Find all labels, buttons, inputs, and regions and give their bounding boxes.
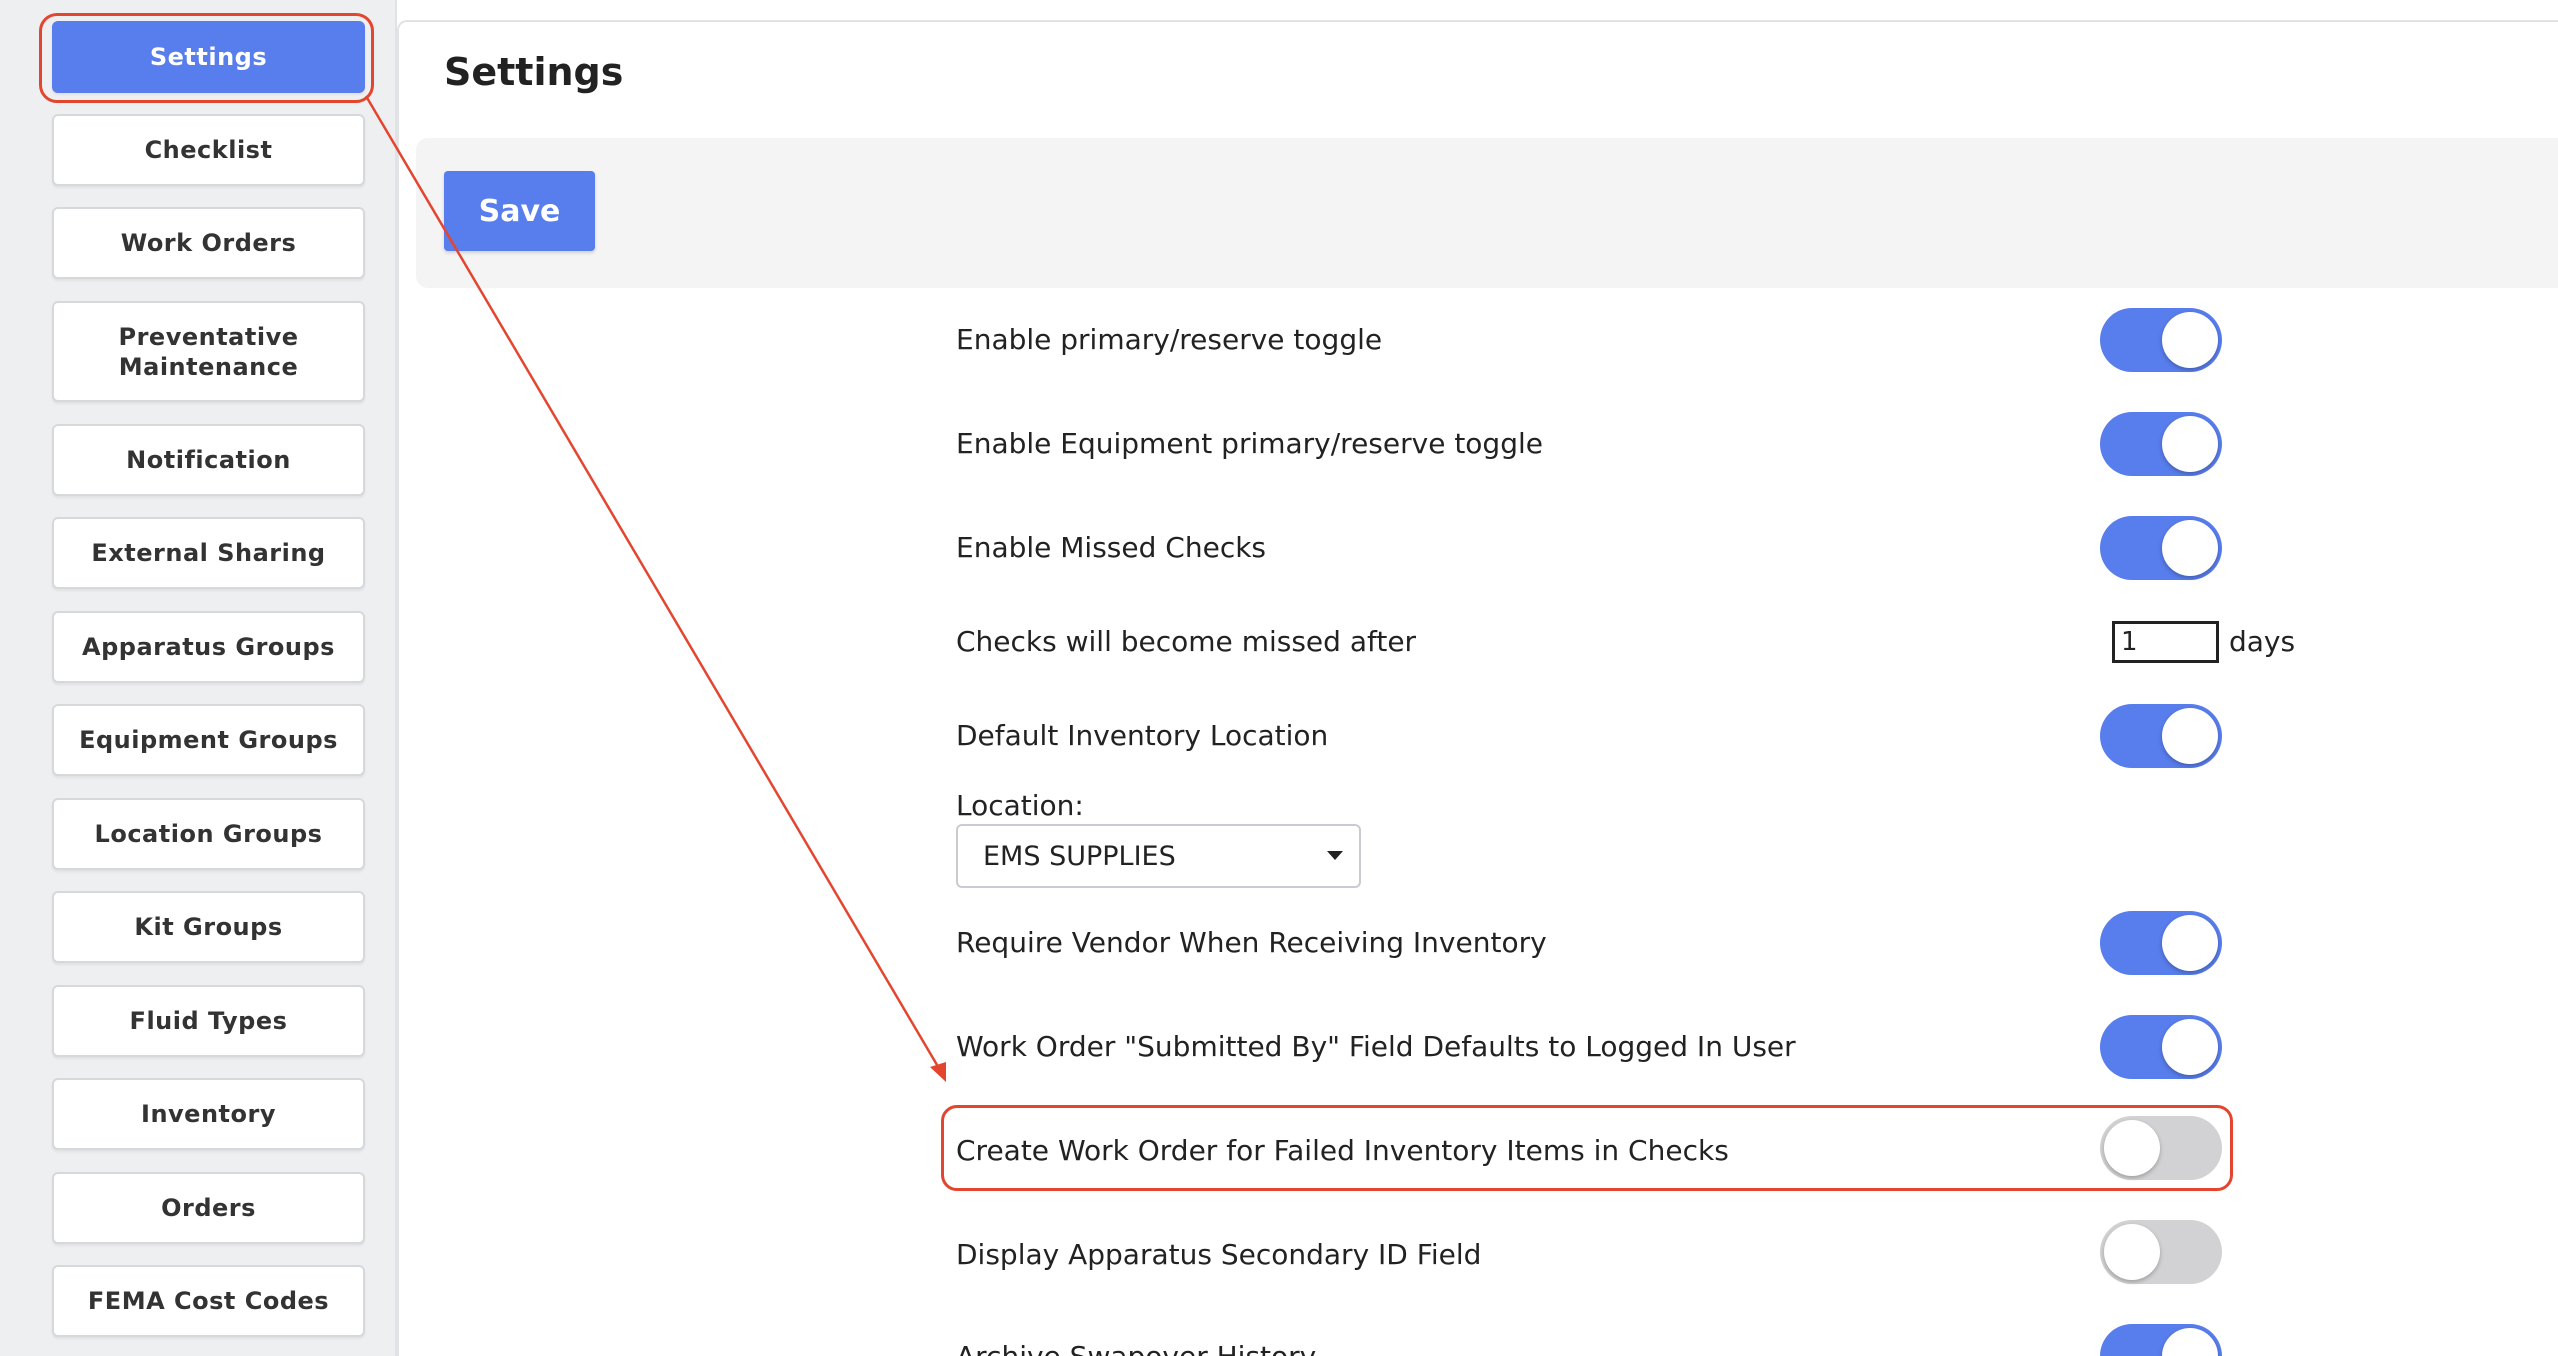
sidebar-item-checklist[interactable]: Checklist [52,114,365,186]
sidebar-item-equipment-groups[interactable]: Equipment Groups [52,704,365,776]
secondary-id-toggle[interactable] [2100,1220,2222,1284]
days-unit-label: days [2229,625,2296,658]
default-inventory-location-label: Default Inventory Location [956,719,1329,752]
submitted-by-default-label: Work Order "Submitted By" Field Defaults… [956,1030,1796,1063]
sidebar-item-external-sharing[interactable]: External Sharing [52,517,365,589]
page-title: Settings [444,50,624,94]
missed-checks-toggle[interactable] [2100,516,2222,580]
sidebar-item-fema-cost-codes[interactable]: FEMA Cost Codes [52,1265,365,1337]
sidebar-item-preventative-maintenance[interactable]: Preventative Maintenance [52,301,365,402]
require-vendor-label: Require Vendor When Receiving Inventory [956,926,1547,959]
require-vendor-toggle[interactable] [2100,911,2222,975]
sidebar-item-inventory[interactable]: Inventory [52,1078,365,1150]
save-button[interactable]: Save [444,171,595,251]
sidebar: Settings Checklist Work Orders Preventat… [0,0,397,1356]
sidebar-item-orders[interactable]: Orders [52,1172,365,1244]
equipment-primary-reserve-label: Enable Equipment primary/reserve toggle [956,427,1543,460]
missed-after-label: Checks will become missed after [956,625,1417,658]
toggle-knob [2162,1328,2218,1356]
location-selected-value: EMS SUPPLIES [983,840,1176,872]
toolbar [416,138,2558,288]
sidebar-item-settings[interactable]: Settings [52,21,365,93]
secondary-id-label: Display Apparatus Secondary ID Field [956,1238,1482,1271]
toggle-knob [2162,708,2218,764]
toggle-knob [2104,1224,2160,1280]
primary-reserve-label: Enable primary/reserve toggle [956,323,1383,356]
equipment-primary-reserve-toggle[interactable] [2100,412,2222,476]
toggle-knob [2162,312,2218,368]
archive-swapover-toggle[interactable] [2100,1324,2222,1356]
caret-down-icon [1327,851,1343,860]
sidebar-item-location-groups[interactable]: Location Groups [52,798,365,870]
location-label: Location: [956,789,1084,822]
sidebar-item-kit-groups[interactable]: Kit Groups [52,891,365,963]
sidebar-item-notification[interactable]: Notification [52,424,365,496]
missed-checks-label: Enable Missed Checks [956,531,1267,564]
sidebar-item-apparatus-groups[interactable]: Apparatus Groups [52,611,365,683]
toggle-knob [2162,915,2218,971]
sidebar-item-fluid-types[interactable]: Fluid Types [52,985,365,1057]
create-work-order-failed-toggle[interactable] [2100,1116,2222,1180]
archive-swapover-label: Archive Swapover History [956,1340,1316,1356]
create-work-order-failed-label: Create Work Order for Failed Inventory I… [956,1134,1729,1167]
toggle-knob [2104,1120,2160,1176]
default-inventory-location-toggle[interactable] [2100,704,2222,768]
toggle-knob [2162,520,2218,576]
location-select[interactable]: EMS SUPPLIES [956,824,1361,888]
toggle-knob [2162,416,2218,472]
sidebar-item-work-orders[interactable]: Work Orders [52,207,365,279]
toggle-knob [2162,1019,2218,1075]
submitted-by-default-toggle[interactable] [2100,1015,2222,1079]
missed-after-days-input[interactable] [2112,621,2219,663]
primary-reserve-toggle[interactable] [2100,308,2222,372]
